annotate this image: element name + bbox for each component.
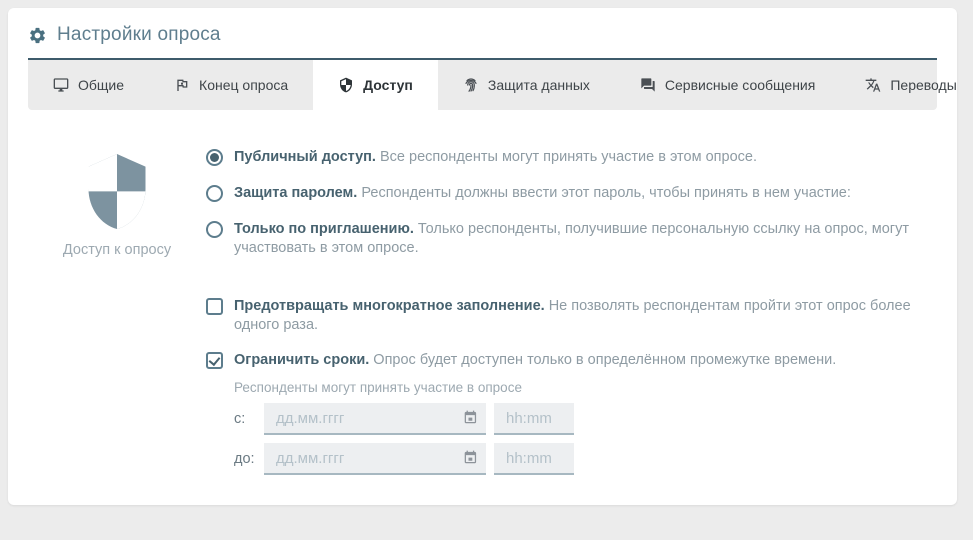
gear-icon <box>28 26 47 45</box>
section-caption: Доступ к опросу <box>28 242 206 258</box>
tab-data-protection[interactable]: Защита данных <box>438 60 615 110</box>
tab-access[interactable]: Доступ <box>313 60 438 110</box>
date-from-input[interactable] <box>264 403 486 433</box>
checkbox-prevent-multiple[interactable] <box>206 298 223 315</box>
tab-label: Защита данных <box>488 77 590 93</box>
date-row-until: до: <box>234 443 937 475</box>
option-label: Защита паролем. <box>234 185 357 201</box>
option-description: Респонденты должны ввести этот пароль, ч… <box>361 185 851 201</box>
date-until-input[interactable] <box>264 443 486 473</box>
date-until-field <box>264 443 486 475</box>
tab-label: Переводы <box>890 77 956 93</box>
forum-icon <box>640 77 656 93</box>
survey-settings-card: Настройки опроса Общие Конец опроса Дост… <box>8 8 957 505</box>
tab-service-messages[interactable]: Сервисные сообщения <box>615 60 840 110</box>
calendar-icon[interactable] <box>462 450 478 466</box>
checkbox-option-limit-dates: Ограничить сроки. Опрос будет доступен т… <box>206 351 937 370</box>
radio-public-access[interactable] <box>206 149 223 166</box>
calendar-icon[interactable] <box>462 410 478 426</box>
time-until-input[interactable] <box>494 443 574 473</box>
time-until-field <box>494 443 574 475</box>
radio-option-password: Защита паролем. Респонденты должны ввест… <box>206 184 937 203</box>
option-description: Опрос будет доступен только в определённ… <box>373 352 836 368</box>
option-label: Предотвращать многократное заполнение. <box>234 298 545 314</box>
flag-icon <box>174 77 190 93</box>
access-settings-content: Доступ к опросу Публичный доступ. Все ре… <box>8 110 957 483</box>
tab-label: Общие <box>78 77 124 93</box>
option-description: Все респонденты могут принять участие в … <box>380 149 757 165</box>
time-from-field <box>494 403 574 435</box>
tab-general[interactable]: Общие <box>28 60 149 110</box>
tab-translations[interactable]: Переводы <box>840 60 973 110</box>
translate-icon <box>865 77 881 93</box>
page-title: Настройки опроса <box>57 24 221 46</box>
date-until-label: до: <box>234 451 264 467</box>
radio-password-protection[interactable] <box>206 185 223 202</box>
radio-option-invitation: Только по приглашению. Только респондент… <box>206 220 937 258</box>
spacer <box>206 275 937 297</box>
option-label: Только по приглашению. <box>234 221 414 237</box>
tab-survey-end[interactable]: Конец опроса <box>149 60 313 110</box>
settings-tabbar: Общие Конец опроса Доступ Защита да <box>28 60 937 110</box>
option-label: Ограничить сроки. <box>234 352 369 368</box>
date-range-helper: Респонденты могут принять участие в опро… <box>234 380 937 395</box>
tab-label: Сервисные сообщения <box>665 77 815 93</box>
section-illustration: Доступ к опросу <box>28 148 206 483</box>
fingerprint-icon <box>463 77 479 93</box>
time-from-input[interactable] <box>494 403 574 433</box>
tab-label: Доступ <box>363 77 413 93</box>
checkbox-limit-dates[interactable] <box>206 352 223 369</box>
checkered-shield-icon <box>79 150 155 234</box>
shield-icon <box>338 77 354 93</box>
date-from-field <box>264 403 486 435</box>
option-label: Публичный доступ. <box>234 149 376 165</box>
tab-label: Конец опроса <box>199 77 288 93</box>
date-from-label: с: <box>234 411 264 427</box>
checkbox-option-prevent-multiple: Предотвращать многократное заполнение. Н… <box>206 297 937 335</box>
card-header: Настройки опроса <box>8 8 957 58</box>
radio-option-public: Публичный доступ. Все респонденты могут … <box>206 148 937 167</box>
access-options: Публичный доступ. Все респонденты могут … <box>206 148 937 483</box>
date-row-from: с: <box>234 403 937 435</box>
radio-invitation-only[interactable] <box>206 221 223 238</box>
monitor-icon <box>53 77 69 93</box>
date-range-section: Респонденты могут принять участие в опро… <box>234 380 937 475</box>
